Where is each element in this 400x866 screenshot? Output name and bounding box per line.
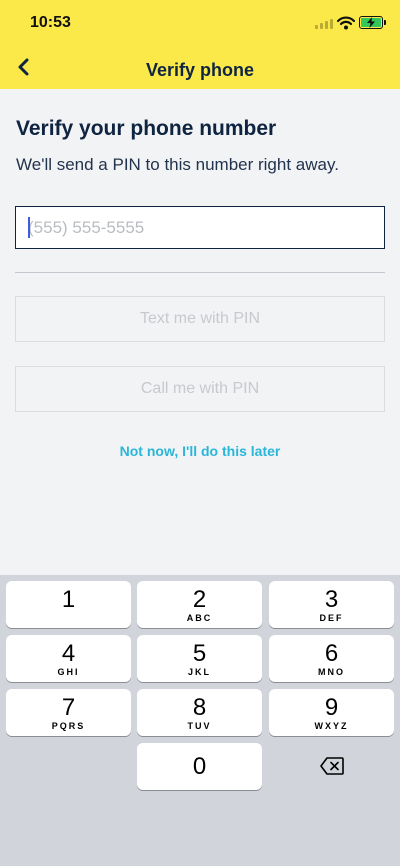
- status-time: 10:53: [30, 14, 71, 31]
- key-5[interactable]: 5 JKL: [137, 635, 262, 682]
- divider: [15, 272, 385, 273]
- key-8[interactable]: 8 TUV: [137, 689, 262, 736]
- key-3[interactable]: 3 DEF: [269, 581, 394, 628]
- cellular-signal-icon: [315, 19, 333, 29]
- text-cursor: [28, 217, 30, 238]
- nav-bar: Verify phone: [0, 46, 400, 89]
- skip-later-link[interactable]: Not now, I'll do this later: [0, 443, 400, 459]
- key-2[interactable]: 2 ABC: [137, 581, 262, 628]
- call-pin-button[interactable]: Call me with PIN: [15, 366, 385, 412]
- numeric-keypad: 1 2 ABC 3 DEF 4 GHI 5 JKL 6 MNO 7 PQRS 8…: [0, 575, 400, 866]
- key-7[interactable]: 7 PQRS: [6, 689, 131, 736]
- page-title: Verify phone: [145, 60, 255, 80]
- wifi-icon: [337, 16, 355, 30]
- key-1[interactable]: 1: [6, 581, 131, 628]
- battery-charging-icon: [359, 16, 386, 29]
- key-6[interactable]: 6 MNO: [269, 635, 394, 682]
- key-9[interactable]: 9 WXYZ: [269, 689, 394, 736]
- backspace-icon: [320, 757, 344, 775]
- delete-key[interactable]: [269, 743, 394, 790]
- section-heading: Verify your phone number: [16, 117, 277, 140]
- phone-number-input[interactable]: [15, 206, 385, 249]
- status-bar: 10:53: [0, 0, 400, 46]
- key-4[interactable]: 4 GHI: [6, 635, 131, 682]
- key-0[interactable]: 0: [137, 743, 262, 790]
- description-text: We'll send a PIN to this number right aw…: [16, 155, 339, 174]
- text-pin-button[interactable]: Text me with PIN: [15, 296, 385, 342]
